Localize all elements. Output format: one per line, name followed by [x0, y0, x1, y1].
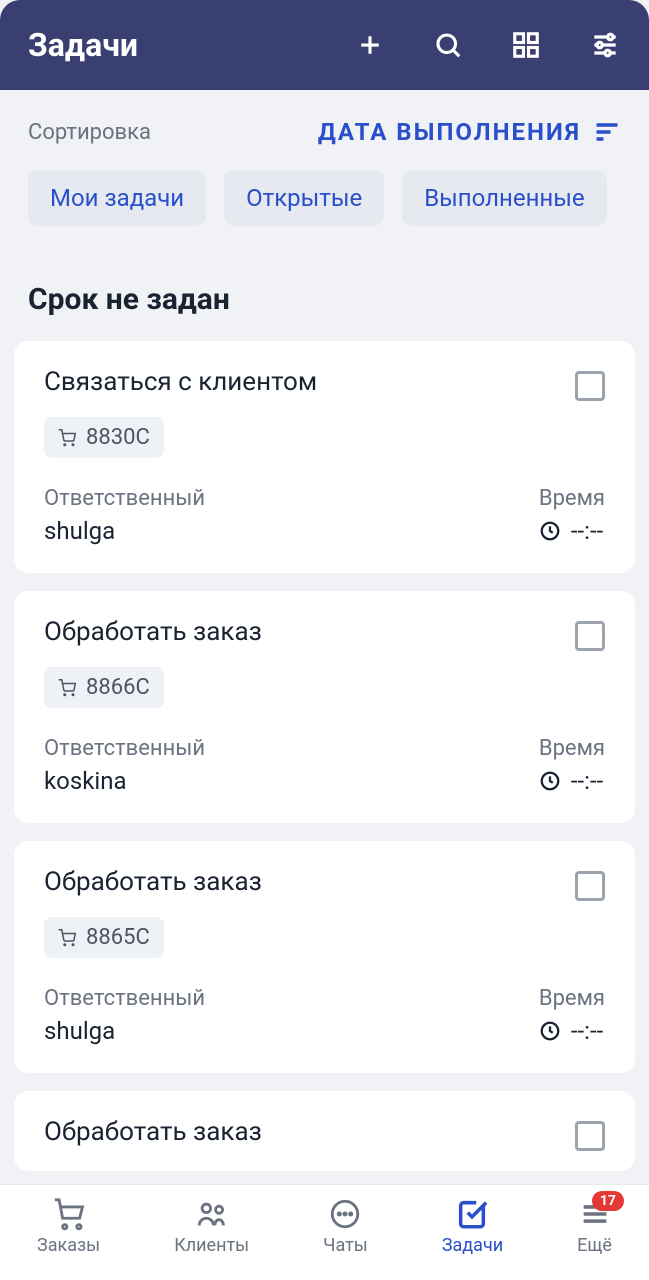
- task-title: Обработать заказ: [44, 867, 262, 897]
- nav-label: Заказы: [37, 1235, 100, 1256]
- task-card[interactable]: Обработать заказ 8866C Ответственный kos…: [14, 591, 635, 823]
- assignee-label: Ответственный: [44, 986, 539, 1011]
- header-actions: [355, 29, 621, 61]
- task-title: Обработать заказ: [44, 1117, 262, 1147]
- sort-icon: [593, 118, 621, 146]
- nav-clients[interactable]: Клиенты: [174, 1197, 249, 1256]
- sort-label: Сортировка: [28, 120, 318, 145]
- nav-label: Ещё: [577, 1235, 612, 1256]
- section-title: Срок не задан: [0, 254, 649, 341]
- task-list: Связаться с клиентом 8830C Ответственный…: [0, 341, 649, 1171]
- assignee-value: shulga: [44, 517, 539, 545]
- nav-badge: 17: [592, 1191, 624, 1211]
- nav-tasks[interactable]: Задачи: [442, 1197, 503, 1256]
- sort-dropdown[interactable]: ДАТА ВЫПОЛНЕНИЯ: [318, 118, 621, 146]
- tag-text: 8865C: [86, 925, 150, 950]
- cart-icon: [58, 929, 76, 947]
- chip-my-tasks[interactable]: Мои задачи: [28, 170, 206, 226]
- filter-icon[interactable]: [589, 29, 621, 61]
- clients-icon: [195, 1197, 229, 1231]
- time-value: --:--: [571, 767, 603, 795]
- task-checkbox[interactable]: [575, 621, 605, 651]
- time-label: Время: [539, 486, 605, 511]
- tag-text: 8830C: [86, 425, 150, 450]
- task-card[interactable]: Обработать заказ 8865C Ответственный shu…: [14, 841, 635, 1073]
- task-checkbox[interactable]: [575, 871, 605, 901]
- chip-open[interactable]: Открытые: [224, 170, 384, 226]
- assignee-value: shulga: [44, 1017, 539, 1045]
- app-header: Задачи: [0, 0, 649, 90]
- task-checkbox[interactable]: [575, 1121, 605, 1151]
- filter-chips: Мои задачи Открытые Выполненные: [0, 170, 649, 254]
- task-title: Обработать заказ: [44, 617, 262, 647]
- assignee-label: Ответственный: [44, 736, 539, 761]
- nav-label: Клиенты: [174, 1235, 249, 1256]
- sort-value-text: ДАТА ВЫПОЛНЕНИЯ: [318, 118, 581, 146]
- add-icon[interactable]: [355, 30, 385, 60]
- bottom-nav: Заказы Клиенты Чаты Задачи 17 Ещё: [0, 1184, 649, 1280]
- order-tag[interactable]: 8830C: [44, 417, 164, 458]
- assignee-label: Ответственный: [44, 486, 539, 511]
- cart-icon: [52, 1197, 86, 1231]
- order-tag[interactable]: 8865C: [44, 917, 164, 958]
- assignee-value: koskina: [44, 767, 539, 795]
- sort-row: Сортировка ДАТА ВЫПОЛНЕНИЯ: [0, 90, 649, 170]
- grid-icon[interactable]: [511, 30, 541, 60]
- task-card[interactable]: Обработать заказ: [14, 1091, 635, 1171]
- search-icon[interactable]: [433, 30, 463, 60]
- chat-icon: [328, 1197, 362, 1231]
- tag-text: 8866C: [86, 675, 150, 700]
- nav-label: Чаты: [323, 1235, 368, 1256]
- cart-icon: [58, 429, 76, 447]
- nav-chats[interactable]: Чаты: [323, 1197, 368, 1256]
- task-title: Связаться с клиентом: [44, 367, 317, 397]
- time-value: --:--: [571, 517, 603, 545]
- time-label: Время: [539, 986, 605, 1011]
- clock-icon: [539, 520, 561, 542]
- chip-done[interactable]: Выполненные: [402, 170, 606, 226]
- nav-orders[interactable]: Заказы: [37, 1197, 100, 1256]
- tasks-icon: [455, 1197, 489, 1231]
- page-title: Задачи: [28, 26, 355, 64]
- cart-icon: [58, 679, 76, 697]
- clock-icon: [539, 1020, 561, 1042]
- task-checkbox[interactable]: [575, 371, 605, 401]
- nav-label: Задачи: [442, 1235, 503, 1256]
- task-card[interactable]: Связаться с клиентом 8830C Ответственный…: [14, 341, 635, 573]
- time-value: --:--: [571, 1017, 603, 1045]
- nav-more[interactable]: 17 Ещё: [577, 1197, 612, 1256]
- order-tag[interactable]: 8866C: [44, 667, 164, 708]
- time-label: Время: [539, 736, 605, 761]
- clock-icon: [539, 770, 561, 792]
